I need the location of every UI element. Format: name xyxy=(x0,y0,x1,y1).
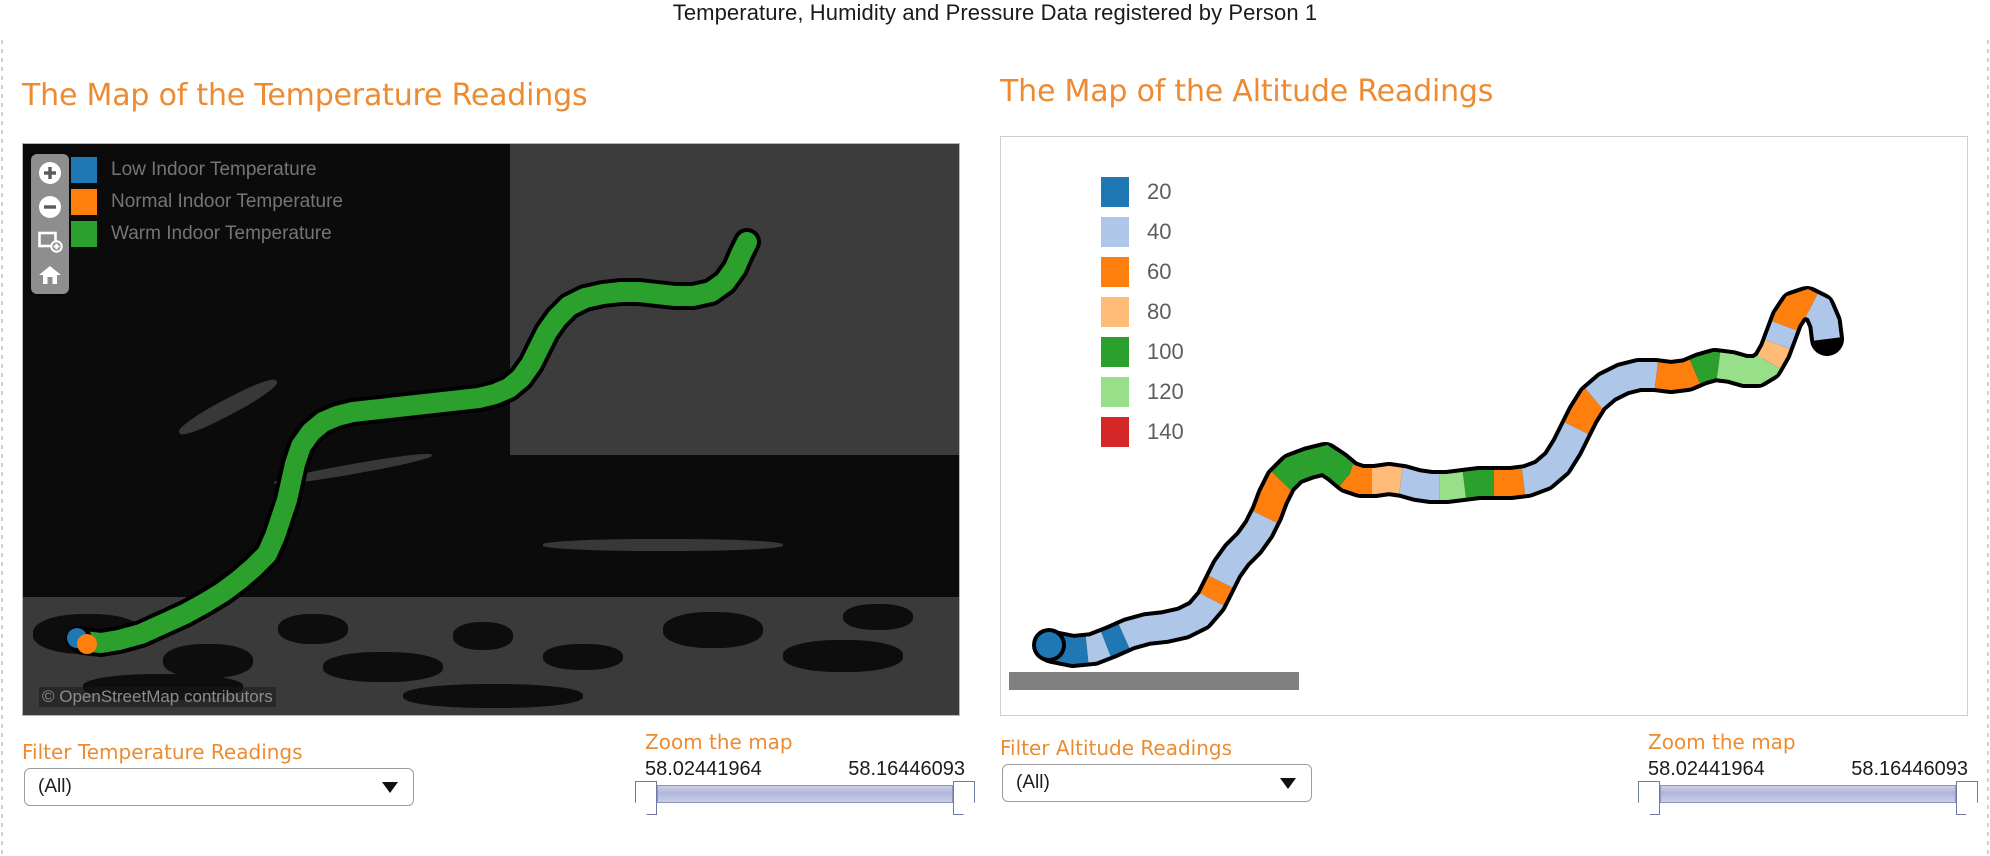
legend-label: 40 xyxy=(1147,219,1172,244)
altitude-slider-track[interactable] xyxy=(1638,781,1978,815)
legend-label: 120 xyxy=(1147,379,1184,404)
legend-item[interactable]: 40 xyxy=(1101,212,1184,252)
altitude-zoom-max: 58.16446093 xyxy=(1851,758,1968,780)
home-icon[interactable] xyxy=(35,260,65,290)
legend-item[interactable]: 20 xyxy=(1101,172,1184,212)
zoom-out-icon[interactable] xyxy=(35,192,65,222)
legend-label: 140 xyxy=(1147,419,1184,444)
legend-label: 100 xyxy=(1147,339,1184,364)
route-start-normal-marker xyxy=(77,634,97,654)
temperature-zoom-max: 58.16446093 xyxy=(848,758,965,780)
temperature-slider-track[interactable] xyxy=(635,781,975,815)
temperature-slider-handle-max[interactable] xyxy=(953,781,975,815)
temperature-zoom-label: Zoom the map xyxy=(645,730,793,754)
legend-item[interactable]: Normal Indoor Temperature xyxy=(71,186,343,218)
temperature-zoom-values: 58.02441964 58.16446093 xyxy=(645,758,965,781)
altitude-filter-value: (All) xyxy=(1016,772,1050,793)
legend-swatch-140 xyxy=(1101,417,1129,447)
altitude-start-marker xyxy=(1036,632,1062,658)
altitude-zoom-slider[interactable]: 58.02441964 58.16446093 xyxy=(1638,758,1978,815)
legend-item[interactable]: 80 xyxy=(1101,292,1184,332)
temperature-filter-value: (All) xyxy=(38,776,72,797)
right-edge-guide xyxy=(1987,40,1989,856)
legend-item[interactable]: 140 xyxy=(1101,412,1184,452)
osm-attribution[interactable]: © OpenStreetMap contributors xyxy=(39,687,276,707)
legend-swatch-warm xyxy=(71,221,97,247)
altitude-zoom-min: 58.02441964 xyxy=(1648,758,1765,780)
temperature-zoom-slider[interactable]: 58.02441964 58.16446093 xyxy=(635,758,975,815)
altitude-slider-handle-min[interactable] xyxy=(1638,781,1660,815)
altitude-zoom-values: 58.02441964 58.16446093 xyxy=(1648,758,1968,781)
altitude-filter-dropdown[interactable]: (All) xyxy=(1002,764,1312,802)
dashboard-title: Temperature, Humidity and Pressure Data … xyxy=(672,0,1318,25)
map-controls[interactable] xyxy=(31,154,69,294)
legend-label: 80 xyxy=(1147,299,1172,324)
legend-item[interactable]: Warm Indoor Temperature xyxy=(71,218,343,250)
altitude-slider-handle-max[interactable] xyxy=(1956,781,1978,815)
legend-swatch-low xyxy=(71,157,97,183)
temperature-zoom-min: 58.02441964 xyxy=(645,758,762,780)
altitude-map-title: The Map of the Altitude Readings xyxy=(1000,74,1494,109)
temperature-legend: Low Indoor Temperature Normal Indoor Tem… xyxy=(71,154,343,250)
legend-item[interactable]: 100 xyxy=(1101,332,1184,372)
temperature-filter-label: Filter Temperature Readings xyxy=(22,740,303,764)
legend-swatch-60 xyxy=(1101,257,1129,287)
altitude-filter-label: Filter Altitude Readings xyxy=(1000,736,1233,760)
temperature-slider-handle-min[interactable] xyxy=(635,781,657,815)
legend-item[interactable]: 120 xyxy=(1101,372,1184,412)
legend-label: 20 xyxy=(1147,179,1172,204)
legend-label: Warm Indoor Temperature xyxy=(111,223,332,244)
chevron-down-icon xyxy=(382,781,398,793)
zoom-in-icon[interactable] xyxy=(35,158,65,188)
temperature-filter-dropdown[interactable]: (All) xyxy=(24,768,414,806)
altitude-map[interactable]: 20 40 60 80 100 120 140 xyxy=(1000,136,1968,716)
legend-swatch-normal xyxy=(71,189,97,215)
temperature-map[interactable]: Low Indoor Temperature Normal Indoor Tem… xyxy=(22,143,960,716)
legend-swatch-120 xyxy=(1101,377,1129,407)
legend-swatch-40 xyxy=(1101,217,1129,247)
chevron-down-icon xyxy=(1280,777,1296,789)
legend-swatch-80 xyxy=(1101,297,1129,327)
temperature-map-title: The Map of the Temperature Readings xyxy=(22,78,588,113)
legend-swatch-100 xyxy=(1101,337,1129,367)
legend-label: Normal Indoor Temperature xyxy=(111,191,343,212)
legend-label: Low Indoor Temperature xyxy=(111,159,317,180)
legend-item[interactable]: Low Indoor Temperature xyxy=(71,154,343,186)
legend-swatch-20 xyxy=(1101,177,1129,207)
temperature-route-line xyxy=(73,232,757,653)
altitude-legend: 20 40 60 80 100 120 140 xyxy=(1101,172,1184,452)
legend-item[interactable]: 60 xyxy=(1101,252,1184,292)
altitude-map-attribution-bar xyxy=(1009,672,1299,690)
left-edge-guide xyxy=(1,40,3,856)
dashboard-root: Temperature, Humidity and Pressure Data … xyxy=(0,0,1990,856)
legend-label: 60 xyxy=(1147,259,1172,284)
box-select-icon[interactable] xyxy=(35,226,65,256)
altitude-zoom-label: Zoom the map xyxy=(1648,730,1796,754)
